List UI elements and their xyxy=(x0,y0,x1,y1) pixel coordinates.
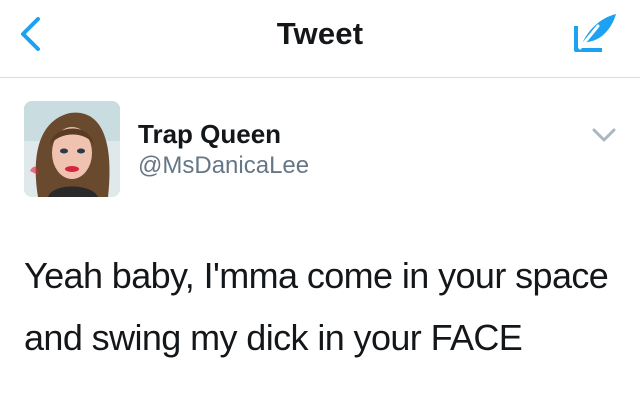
avatar[interactable] xyxy=(24,101,120,197)
author-name[interactable]: Trap Queen xyxy=(138,119,281,150)
page-title: Tweet xyxy=(276,16,364,51)
compose-feather-icon xyxy=(574,14,616,52)
navigation-bar: Tweet xyxy=(0,0,640,78)
tweet-detail: Trap Queen @MsDanicaLee Yeah baby, I'mma… xyxy=(0,79,640,420)
author-handle[interactable]: @MsDanicaLee xyxy=(138,152,309,180)
chevron-down-icon xyxy=(592,128,616,142)
profile-photo xyxy=(24,101,120,197)
compose-tweet-button[interactable] xyxy=(572,12,618,54)
tweet-text: Yeah baby, I'mma come in your space and … xyxy=(24,255,609,358)
tweet-menu-button[interactable] xyxy=(590,125,618,145)
